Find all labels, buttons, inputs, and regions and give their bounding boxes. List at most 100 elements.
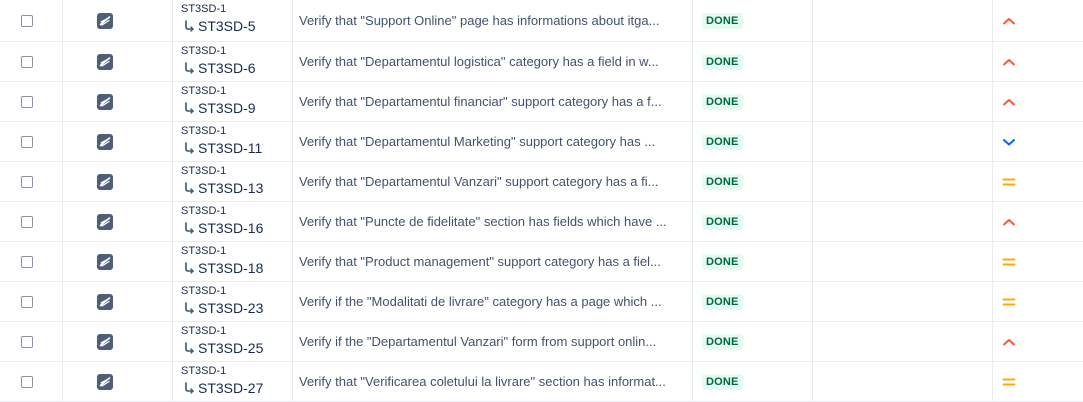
issue-key-link[interactable]: ST3SD-18 — [183, 259, 263, 277]
issue-summary[interactable]: Verify that "Departamentul Marketing" su… — [299, 133, 686, 151]
empty-cell — [813, 42, 993, 81]
test-issue-icon — [97, 333, 113, 350]
status-badge[interactable]: DONE — [702, 173, 743, 190]
status-badge[interactable]: DONE — [702, 293, 743, 310]
priority-cell — [993, 122, 1083, 161]
row-checkbox[interactable] — [21, 375, 33, 388]
parent-key-link[interactable]: ST3SD-1 — [181, 45, 226, 58]
status-badge[interactable]: DONE — [702, 133, 743, 150]
issue-summary[interactable]: Verify if the "Modalitati de livrare" ca… — [299, 293, 686, 311]
table-row[interactable]: ST3SD-1 ST3SD-13 Verify that "Departamen… — [0, 162, 1083, 202]
issue-type-cell — [63, 282, 173, 321]
issue-key-link[interactable]: ST3SD-5 — [183, 17, 256, 35]
test-issue-icon — [97, 373, 113, 390]
parent-key-link[interactable]: ST3SD-1 — [181, 285, 226, 298]
empty-cell — [813, 322, 993, 361]
priority-cell — [993, 42, 1083, 81]
issue-type-cell — [63, 122, 173, 161]
row-checkbox[interactable] — [21, 295, 33, 308]
issue-summary[interactable]: Verify that "Departamentul Vanzari" supp… — [299, 173, 686, 191]
status-badge[interactable]: DONE — [702, 373, 743, 390]
subtask-icon — [185, 142, 194, 154]
parent-key-link[interactable]: ST3SD-1 — [181, 205, 226, 218]
parent-key-link[interactable]: ST3SD-1 — [181, 3, 226, 16]
issue-key-text: ST3SD-18 — [198, 260, 264, 276]
summary-cell: Verify that "Product management" support… — [293, 242, 693, 281]
issue-key-link[interactable]: ST3SD-23 — [183, 299, 263, 317]
priority-equals-icon — [1001, 294, 1017, 310]
row-checkbox[interactable] — [21, 95, 33, 108]
parent-key-link[interactable]: ST3SD-1 — [181, 245, 226, 258]
issue-key-link[interactable]: ST3SD-16 — [183, 219, 263, 237]
issue-summary[interactable]: Verify that "Puncte de fidelitate" secti… — [299, 213, 686, 231]
row-checkbox[interactable] — [21, 255, 33, 268]
status-badge[interactable]: DONE — [702, 53, 743, 70]
issue-summary[interactable]: Verify if the "Departamentul Vanzari" fo… — [299, 333, 686, 351]
summary-cell: Verify that "Verificarea coletului la li… — [293, 362, 693, 401]
test-issue-icon — [97, 53, 113, 70]
subtask-icon — [185, 102, 194, 114]
issue-summary[interactable]: Verify that "Verificarea coletului la li… — [299, 373, 686, 391]
empty-cell — [813, 362, 993, 401]
select-cell — [0, 42, 63, 81]
test-issue-icon — [97, 133, 113, 150]
priority-chevron-up-icon — [1001, 94, 1017, 110]
row-checkbox[interactable] — [21, 175, 33, 188]
summary-cell: Verify that "Support Online" page has in… — [293, 0, 693, 41]
summary-cell: Verify that "Departamentul Marketing" su… — [293, 122, 693, 161]
empty-cell — [813, 282, 993, 321]
table-row[interactable]: ST3SD-1 ST3SD-16 Verify that "Puncte de … — [0, 202, 1083, 242]
issue-key-link[interactable]: ST3SD-25 — [183, 339, 263, 357]
status-badge[interactable]: DONE — [702, 333, 743, 350]
table-row[interactable]: ST3SD-1 ST3SD-18 Verify that "Product ma… — [0, 242, 1083, 282]
status-cell: DONE — [693, 362, 813, 401]
issue-type-cell — [63, 162, 173, 201]
issue-key-cell: ST3SD-1 ST3SD-13 — [173, 162, 293, 201]
parent-key-link[interactable]: ST3SD-1 — [181, 165, 226, 178]
row-checkbox[interactable] — [21, 55, 33, 68]
issue-type-cell — [63, 202, 173, 241]
priority-cell — [993, 362, 1083, 401]
parent-key-link[interactable]: ST3SD-1 — [181, 325, 226, 338]
empty-cell — [813, 202, 993, 241]
test-issue-icon — [97, 12, 113, 29]
status-badge[interactable]: DONE — [702, 93, 743, 110]
test-issue-icon — [97, 293, 113, 310]
priority-equals-icon — [1001, 374, 1017, 390]
table-row[interactable]: ST3SD-1 ST3SD-25 Verify if the "Departam… — [0, 322, 1083, 362]
priority-chevron-up-icon — [1001, 334, 1017, 350]
status-badge[interactable]: DONE — [702, 213, 743, 230]
issue-key-cell: ST3SD-1 ST3SD-27 — [173, 362, 293, 401]
issue-key-link[interactable]: ST3SD-27 — [183, 379, 263, 397]
row-checkbox[interactable] — [21, 335, 33, 348]
test-issue-icon — [97, 93, 113, 110]
table-row[interactable]: ST3SD-1 ST3SD-6 Verify that "Departament… — [0, 42, 1083, 82]
row-checkbox[interactable] — [21, 14, 33, 27]
issue-key-cell: ST3SD-1 ST3SD-6 — [173, 42, 293, 81]
issue-summary[interactable]: Verify that "Product management" support… — [299, 253, 686, 271]
issue-key-link[interactable]: ST3SD-11 — [183, 139, 262, 157]
table-row[interactable]: ST3SD-1 ST3SD-5 Verify that "Support Onl… — [0, 0, 1083, 42]
status-cell: DONE — [693, 202, 813, 241]
parent-key-link[interactable]: ST3SD-1 — [181, 125, 226, 138]
issue-key-link[interactable]: ST3SD-13 — [183, 179, 263, 197]
issue-key-cell: ST3SD-1 ST3SD-23 — [173, 282, 293, 321]
table-row[interactable]: ST3SD-1 ST3SD-27 Verify that "Verificare… — [0, 362, 1083, 402]
parent-key-link[interactable]: ST3SD-1 — [181, 85, 226, 98]
issue-key-link[interactable]: ST3SD-9 — [183, 99, 256, 117]
priority-cell — [993, 82, 1083, 121]
status-badge[interactable]: DONE — [702, 12, 743, 29]
parent-key-link[interactable]: ST3SD-1 — [181, 365, 226, 378]
issue-key-link[interactable]: ST3SD-6 — [183, 59, 256, 77]
table-row[interactable]: ST3SD-1 ST3SD-11 Verify that "Departamen… — [0, 122, 1083, 162]
table-row[interactable]: ST3SD-1 ST3SD-9 Verify that "Departament… — [0, 82, 1083, 122]
row-checkbox[interactable] — [21, 135, 33, 148]
test-issue-icon — [97, 213, 113, 230]
issue-summary[interactable]: Verify that "Departamentul financiar" su… — [299, 93, 686, 111]
issue-summary[interactable]: Verify that "Support Online" page has in… — [299, 12, 686, 30]
row-checkbox[interactable] — [21, 215, 33, 228]
select-cell — [0, 202, 63, 241]
status-badge[interactable]: DONE — [702, 253, 743, 270]
table-row[interactable]: ST3SD-1 ST3SD-23 Verify if the "Modalita… — [0, 282, 1083, 322]
issue-summary[interactable]: Verify that "Departamentul logistica" ca… — [299, 53, 686, 71]
